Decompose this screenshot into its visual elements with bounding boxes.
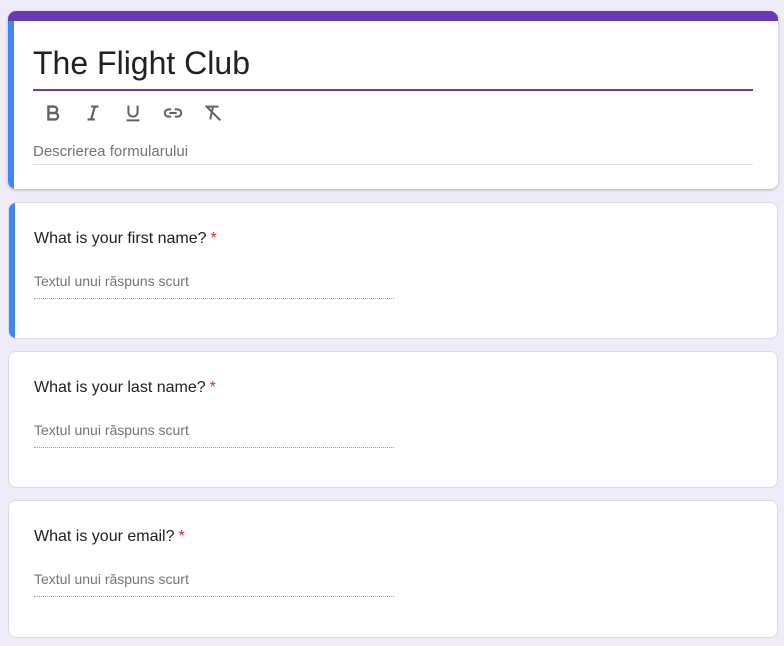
question-title-text: What is your last name? <box>34 379 206 396</box>
theme-color-bar <box>8 11 778 21</box>
question-title: What is your email? * <box>34 528 185 546</box>
italic-icon <box>87 105 99 121</box>
underline-icon <box>126 105 140 122</box>
text-format-toolbar <box>33 99 233 127</box>
question-title-text: What is your first name? <box>34 230 207 247</box>
question-title: What is your last name? * <box>34 379 216 397</box>
question-title-text: What is your email? <box>34 528 175 545</box>
clear-formatting-button[interactable] <box>193 99 233 127</box>
bold-icon <box>47 105 60 121</box>
clear-format-icon <box>204 104 222 122</box>
question-card-last-name[interactable]: What is your last name? * Textul unui răs… <box>8 351 778 488</box>
link-icon <box>163 108 183 118</box>
required-asterisk: * <box>210 230 217 247</box>
active-card-accent <box>8 21 14 189</box>
short-answer-field[interactable]: Textul unui răspuns scurt <box>34 273 394 299</box>
question-card-first-name[interactable]: What is your first name? * Textul unui ră… <box>8 202 778 339</box>
required-asterisk: * <box>178 528 185 545</box>
active-card-accent <box>9 203 15 338</box>
required-asterisk: * <box>209 379 216 396</box>
insert-link-button[interactable] <box>153 99 193 127</box>
form-title-input[interactable]: The Flight Club <box>33 41 753 91</box>
underline-button[interactable] <box>113 99 153 127</box>
italic-button[interactable] <box>73 99 113 127</box>
question-title: What is your first name? * <box>34 230 217 248</box>
form-description-input[interactable]: Descrierea formularului <box>33 143 753 165</box>
bold-button[interactable] <box>33 99 73 127</box>
question-card-email[interactable]: What is your email? * Textul unui răspuns… <box>8 500 778 638</box>
short-answer-field[interactable]: Textul unui răspuns scurt <box>34 571 394 597</box>
short-answer-field[interactable]: Textul unui răspuns scurt <box>34 422 394 448</box>
form-header-card[interactable]: The Flight Club Descrierea formularului <box>8 11 778 189</box>
